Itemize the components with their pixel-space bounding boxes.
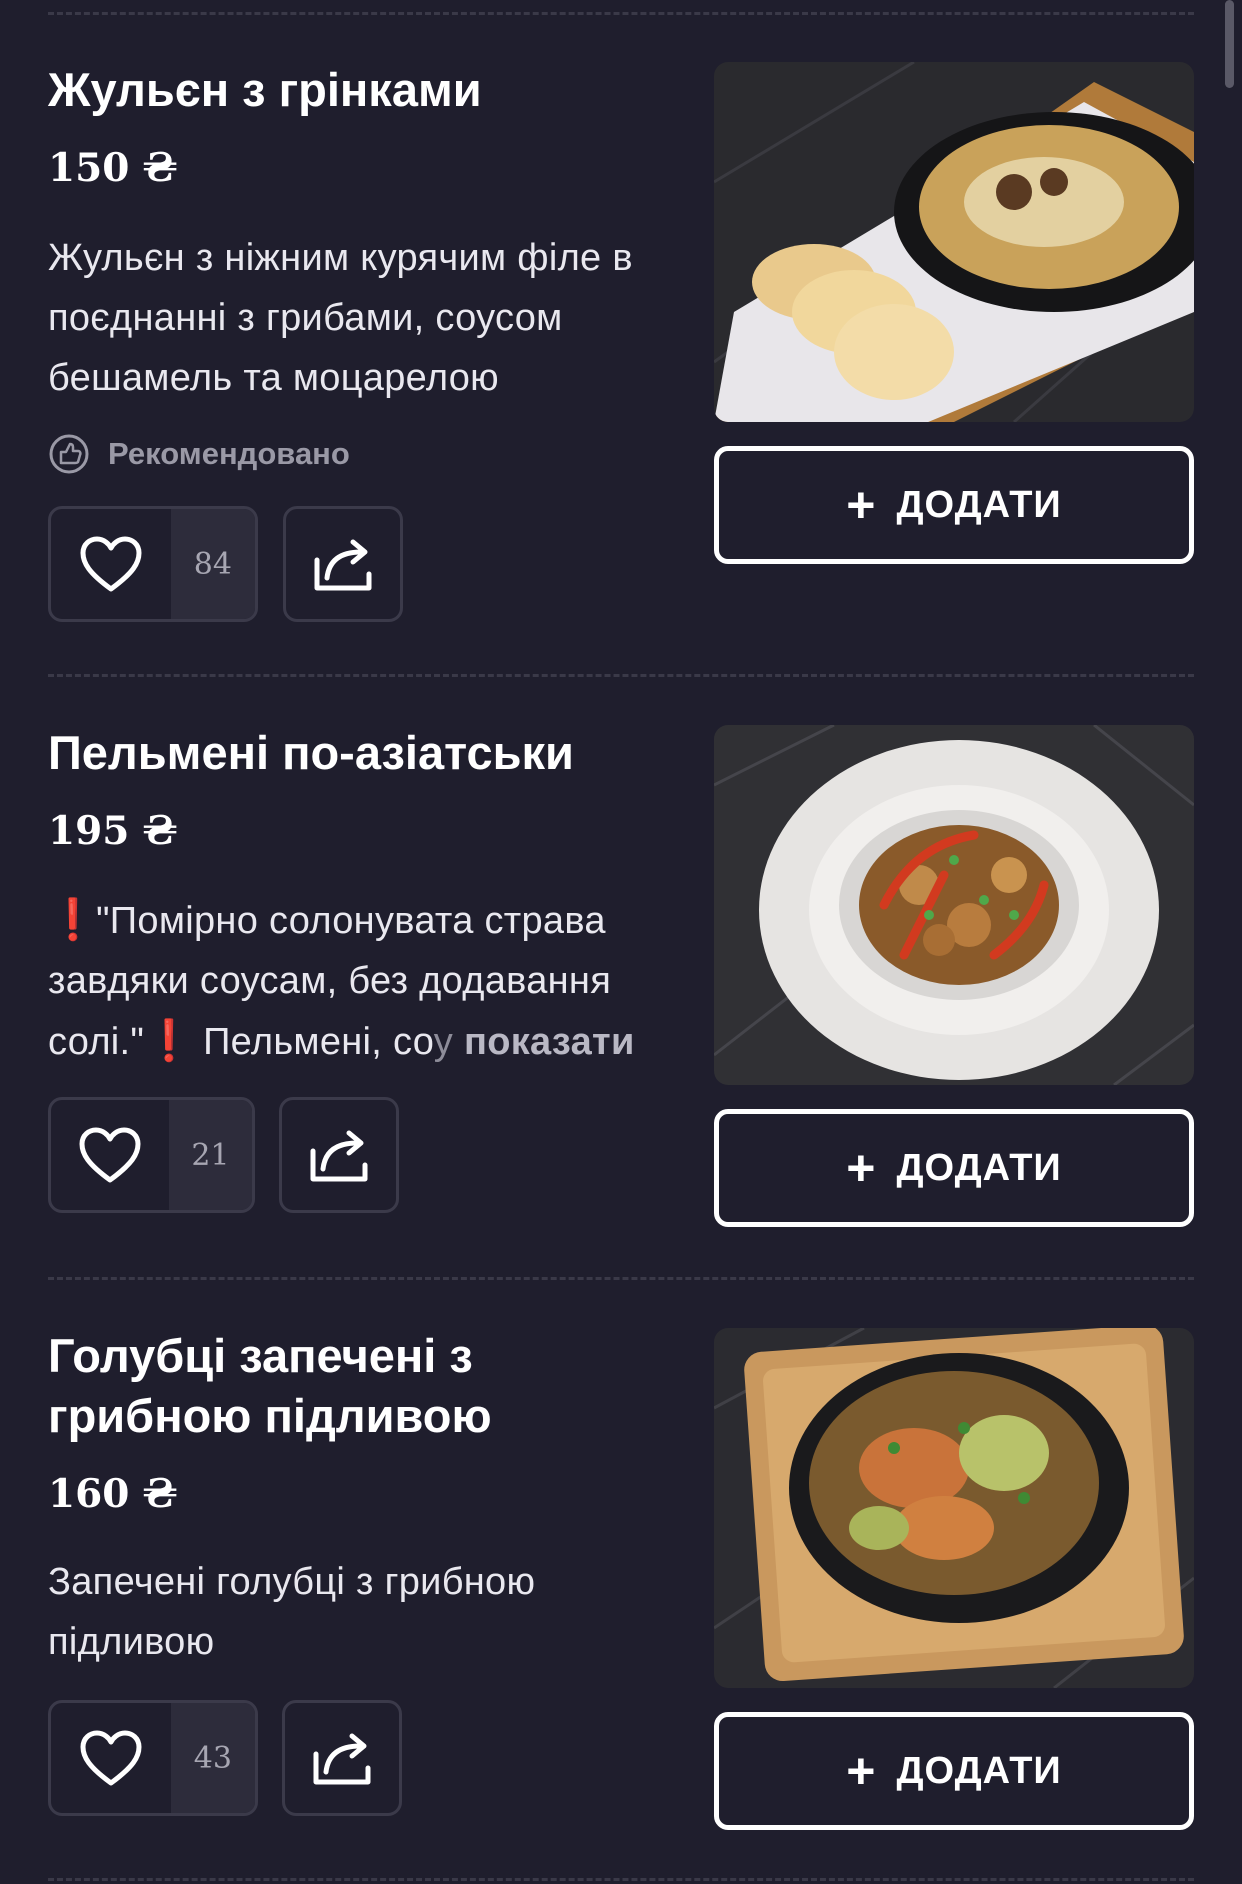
divider bbox=[48, 674, 1194, 677]
add-to-cart-button[interactable]: + ДОДАТИ bbox=[714, 1712, 1194, 1830]
item-description: Жульєн з ніжним курячим філе в поєднанні… bbox=[48, 237, 633, 399]
share-button[interactable] bbox=[283, 506, 403, 622]
heart-icon bbox=[80, 1730, 142, 1786]
divider bbox=[48, 12, 1194, 15]
heart-icon bbox=[80, 536, 142, 592]
like-control[interactable]: 43 bbox=[48, 1700, 258, 1816]
item-price: 195 ₴ bbox=[48, 808, 178, 854]
like-control[interactable]: 84 bbox=[48, 506, 258, 622]
like-button[interactable] bbox=[51, 1100, 169, 1210]
exclamation-icon: ❗ bbox=[48, 898, 99, 942]
recommended-label: Рекомендовано bbox=[108, 436, 350, 471]
description-tail: Пельмені, со bbox=[203, 1021, 434, 1063]
item-title: Голубці запечені з грибною підливою bbox=[48, 1329, 492, 1442]
item-price: 160 ₴ bbox=[48, 1471, 178, 1517]
show-more-link[interactable]: показати bbox=[464, 1021, 635, 1063]
exclamation-icon: ❗ bbox=[144, 1019, 195, 1063]
divider bbox=[48, 1277, 1194, 1280]
like-button[interactable] bbox=[51, 1703, 171, 1813]
recommended-badge: Рекомендовано bbox=[48, 433, 350, 475]
plus-icon: + bbox=[846, 477, 877, 533]
heart-icon bbox=[79, 1127, 141, 1183]
julienne-photo[interactable] bbox=[714, 62, 1194, 422]
description-fade: у bbox=[433, 1021, 454, 1063]
plus-icon: + bbox=[846, 1743, 877, 1799]
item-title: Жульєн з грінками bbox=[48, 63, 482, 116]
scrollbar[interactable] bbox=[1225, 0, 1234, 88]
share-button[interactable] bbox=[282, 1700, 402, 1816]
julienne-image bbox=[714, 62, 1194, 422]
like-count: 43 bbox=[170, 1703, 255, 1813]
add-label: ДОДАТИ bbox=[896, 1146, 1062, 1189]
item-price: 150 ₴ bbox=[48, 145, 178, 191]
divider bbox=[48, 1878, 1194, 1881]
dumplings-photo[interactable] bbox=[714, 725, 1194, 1085]
like-count: 84 bbox=[170, 509, 255, 619]
dumplings-image bbox=[714, 725, 1194, 1085]
add-label: ДОДАТИ bbox=[896, 483, 1062, 526]
item-title: Пельмені по-азіатськи bbox=[48, 726, 574, 779]
item-description: Запечені голубці з грибною підливою bbox=[48, 1561, 536, 1663]
share-icon bbox=[313, 1733, 371, 1785]
like-button[interactable] bbox=[51, 509, 171, 619]
thumbs-up-circle-icon bbox=[49, 434, 89, 474]
share-icon bbox=[314, 539, 372, 591]
add-to-cart-button[interactable]: + ДОДАТИ bbox=[714, 1109, 1194, 1227]
cabbage-rolls-image bbox=[714, 1328, 1194, 1688]
share-icon bbox=[310, 1130, 368, 1182]
add-to-cart-button[interactable]: + ДОДАТИ bbox=[714, 446, 1194, 564]
plus-icon: + bbox=[846, 1140, 877, 1196]
cabbage-rolls-photo[interactable] bbox=[714, 1328, 1194, 1688]
like-count: 21 bbox=[168, 1100, 252, 1210]
item-description: ❗"Помірно солонувата страва завдяки соус… bbox=[48, 890, 688, 1070]
share-button[interactable] bbox=[279, 1097, 399, 1213]
like-control[interactable]: 21 bbox=[48, 1097, 255, 1213]
add-label: ДОДАТИ bbox=[896, 1749, 1062, 1792]
